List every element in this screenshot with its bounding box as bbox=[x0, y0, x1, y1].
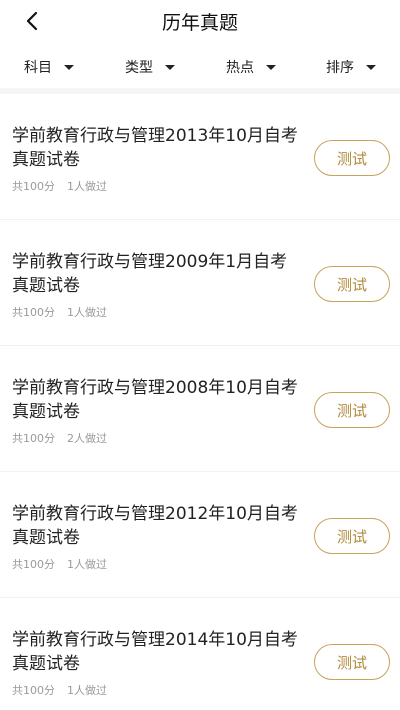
item-score: 共100分 bbox=[12, 180, 55, 193]
filter-type-label: 类型 bbox=[125, 60, 153, 76]
item-score: 共100分 bbox=[12, 306, 55, 319]
filter-subject[interactable]: 科目 bbox=[24, 56, 74, 78]
item-meta: 共100分 1人做过 bbox=[12, 304, 107, 320]
caret-down-icon bbox=[64, 65, 74, 70]
top-bar: 历年真题 bbox=[0, 0, 400, 42]
list-item[interactable]: 学前教育行政与管理2009年1月自考真题试卷 共100分 1人做过 测试 bbox=[0, 220, 400, 346]
filter-subject-label: 科目 bbox=[24, 60, 52, 76]
item-done-count: 1人做过 bbox=[67, 180, 107, 193]
filter-sort[interactable]: 排序 bbox=[326, 56, 376, 78]
caret-down-icon bbox=[165, 65, 175, 70]
item-done-count: 1人做过 bbox=[67, 558, 107, 571]
filter-hot-label: 热点 bbox=[226, 60, 254, 76]
list-item[interactable]: 学前教育行政与管理2013年10月自考真题试卷 共100分 1人做过 测试 bbox=[0, 94, 400, 220]
item-done-count: 1人做过 bbox=[67, 306, 107, 319]
filter-type[interactable]: 类型 bbox=[125, 56, 175, 78]
item-score: 共100分 bbox=[12, 432, 55, 445]
item-title: 学前教育行政与管理2013年10月自考真题试卷 bbox=[12, 126, 298, 170]
item-score: 共100分 bbox=[12, 684, 55, 697]
item-done-count: 2人做过 bbox=[67, 432, 107, 445]
item-title: 学前教育行政与管理2012年10月自考真题试卷 bbox=[12, 504, 298, 548]
item-meta: 共100分 2人做过 bbox=[12, 430, 107, 446]
item-score: 共100分 bbox=[12, 558, 55, 571]
list-item[interactable]: 学前教育行政与管理2008年10月自考真题试卷 共100分 2人做过 测试 bbox=[0, 346, 400, 472]
item-meta: 共100分 1人做过 bbox=[12, 178, 107, 194]
test-button[interactable]: 测试 bbox=[314, 644, 390, 680]
filter-hot[interactable]: 热点 bbox=[226, 56, 276, 78]
item-title: 学前教育行政与管理2014年10月自考真题试卷 bbox=[12, 630, 298, 674]
item-meta: 共100分 1人做过 bbox=[12, 556, 107, 572]
test-button[interactable]: 测试 bbox=[314, 392, 390, 428]
list-item[interactable]: 学前教育行政与管理2014年10月自考真题试卷 共100分 1人做过 测试 bbox=[0, 598, 400, 710]
item-meta: 共100分 1人做过 bbox=[12, 682, 107, 698]
caret-down-icon bbox=[266, 65, 276, 70]
item-title: 学前教育行政与管理2009年1月自考真题试卷 bbox=[12, 252, 288, 296]
paper-list: 学前教育行政与管理2013年10月自考真题试卷 共100分 1人做过 测试 学前教… bbox=[0, 94, 400, 710]
test-button[interactable]: 测试 bbox=[314, 266, 390, 302]
filter-bar: 科目 类型 热点 排序 bbox=[0, 44, 400, 88]
app-root: 历年真题 科目 类型 热点 排序 学前教育行政与管理2013年10月自考真题试卷… bbox=[0, 0, 400, 710]
test-button[interactable]: 测试 bbox=[314, 140, 390, 176]
test-button[interactable]: 测试 bbox=[314, 518, 390, 554]
item-title: 学前教育行政与管理2008年10月自考真题试卷 bbox=[12, 378, 298, 422]
page-title: 历年真题 bbox=[161, 12, 238, 34]
filter-sort-label: 排序 bbox=[326, 60, 354, 76]
caret-down-icon bbox=[366, 65, 376, 70]
item-done-count: 1人做过 bbox=[67, 684, 107, 697]
list-item[interactable]: 学前教育行政与管理2012年10月自考真题试卷 共100分 1人做过 测试 bbox=[0, 472, 400, 598]
